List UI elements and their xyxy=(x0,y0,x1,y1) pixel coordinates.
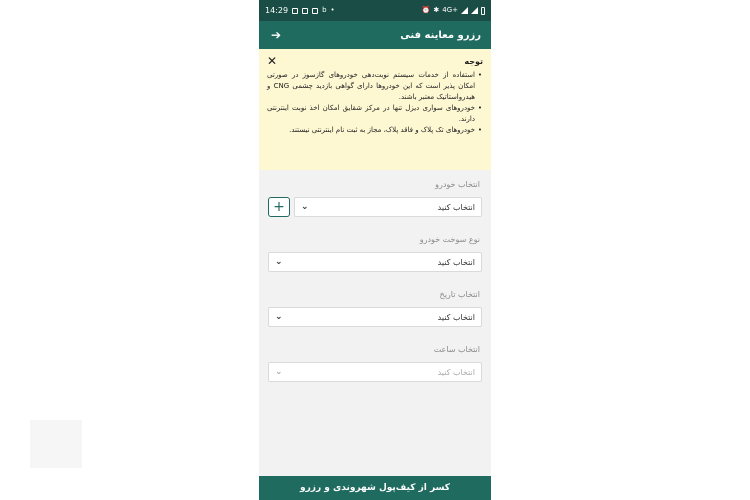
status-bar: 14:29 b • ⏰ ✱ 4G+ xyxy=(259,0,491,21)
date-select[interactable]: انتخاب کنید ⌄ xyxy=(268,307,482,327)
pay-and-reserve-button[interactable]: کسر از کیف‌پول شهروندی و رزرو xyxy=(259,476,491,500)
vehicle-select-value: انتخاب کنید xyxy=(437,202,475,212)
fuel-select-value: انتخاب کنید xyxy=(437,257,475,267)
notice-item: خودروهای سواری دیزل تنها در مرکز شقایق ا… xyxy=(267,103,482,125)
close-icon[interactable]: ✕ xyxy=(267,55,277,67)
signal-2-icon xyxy=(471,7,478,14)
bluetooth-icon: ✱ xyxy=(433,6,440,14)
message-icon xyxy=(312,7,319,14)
back-arrow-icon[interactable]: ➔ xyxy=(271,28,281,42)
app-b-icon: b xyxy=(322,6,327,14)
time-label: انتخاب ساعت xyxy=(433,345,480,354)
gallery-icon xyxy=(292,7,299,14)
chevron-down-icon: ⌄ xyxy=(301,202,309,212)
fuel-select[interactable]: انتخاب کنید ⌄ xyxy=(268,252,482,272)
booking-form: انتخاب خودرو انتخاب کنید ⌄ + نوع سوخت خو… xyxy=(259,170,491,382)
signal-icon xyxy=(461,7,468,14)
notice-title: توجه xyxy=(464,56,483,66)
vehicle-label: انتخاب خودرو xyxy=(435,180,480,189)
background-placeholder xyxy=(30,420,82,468)
fuel-label: نوع سوخت خودرو xyxy=(419,235,480,244)
time-select-value: انتخاب کنید xyxy=(437,367,475,377)
date-label: انتخاب تاریخ xyxy=(439,290,480,299)
add-vehicle-button[interactable]: + xyxy=(268,197,290,217)
vehicle-select[interactable]: انتخاب کنید ⌄ xyxy=(294,197,482,217)
dot-icon: • xyxy=(330,6,335,14)
page-title: رزرو معاینه فنی xyxy=(400,29,481,41)
chevron-down-icon: ⌄ xyxy=(275,257,283,267)
status-time: 14:29 xyxy=(265,6,289,15)
notice-list: استفاده از خدمات سیستم نوبت‌دهی خودروهای… xyxy=(267,70,483,136)
notice-item: استفاده از خدمات سیستم نوبت‌دهی خودروهای… xyxy=(267,70,482,103)
chevron-down-icon: ⌄ xyxy=(275,367,283,377)
phone-screen: 14:29 b • ⏰ ✱ 4G+ ➔ رزرو معاینه فنی توجه… xyxy=(259,0,491,500)
chevron-down-icon: ⌄ xyxy=(275,312,283,322)
time-select[interactable]: انتخاب کنید ⌄ xyxy=(268,362,482,382)
notification-icon xyxy=(302,7,309,14)
network-type-label: 4G+ xyxy=(442,6,458,14)
notice-box: توجه ✕ استفاده از خدمات سیستم نوبت‌دهی خ… xyxy=(259,49,491,170)
battery-icon xyxy=(481,6,485,15)
date-select-value: انتخاب کنید xyxy=(437,312,475,322)
notice-item: خودروهای تک پلاک و فاقد پلاک، مجاز به ثب… xyxy=(267,125,482,136)
alarm-icon: ⏰ xyxy=(421,6,431,14)
app-bar: ➔ رزرو معاینه فنی xyxy=(259,21,491,49)
